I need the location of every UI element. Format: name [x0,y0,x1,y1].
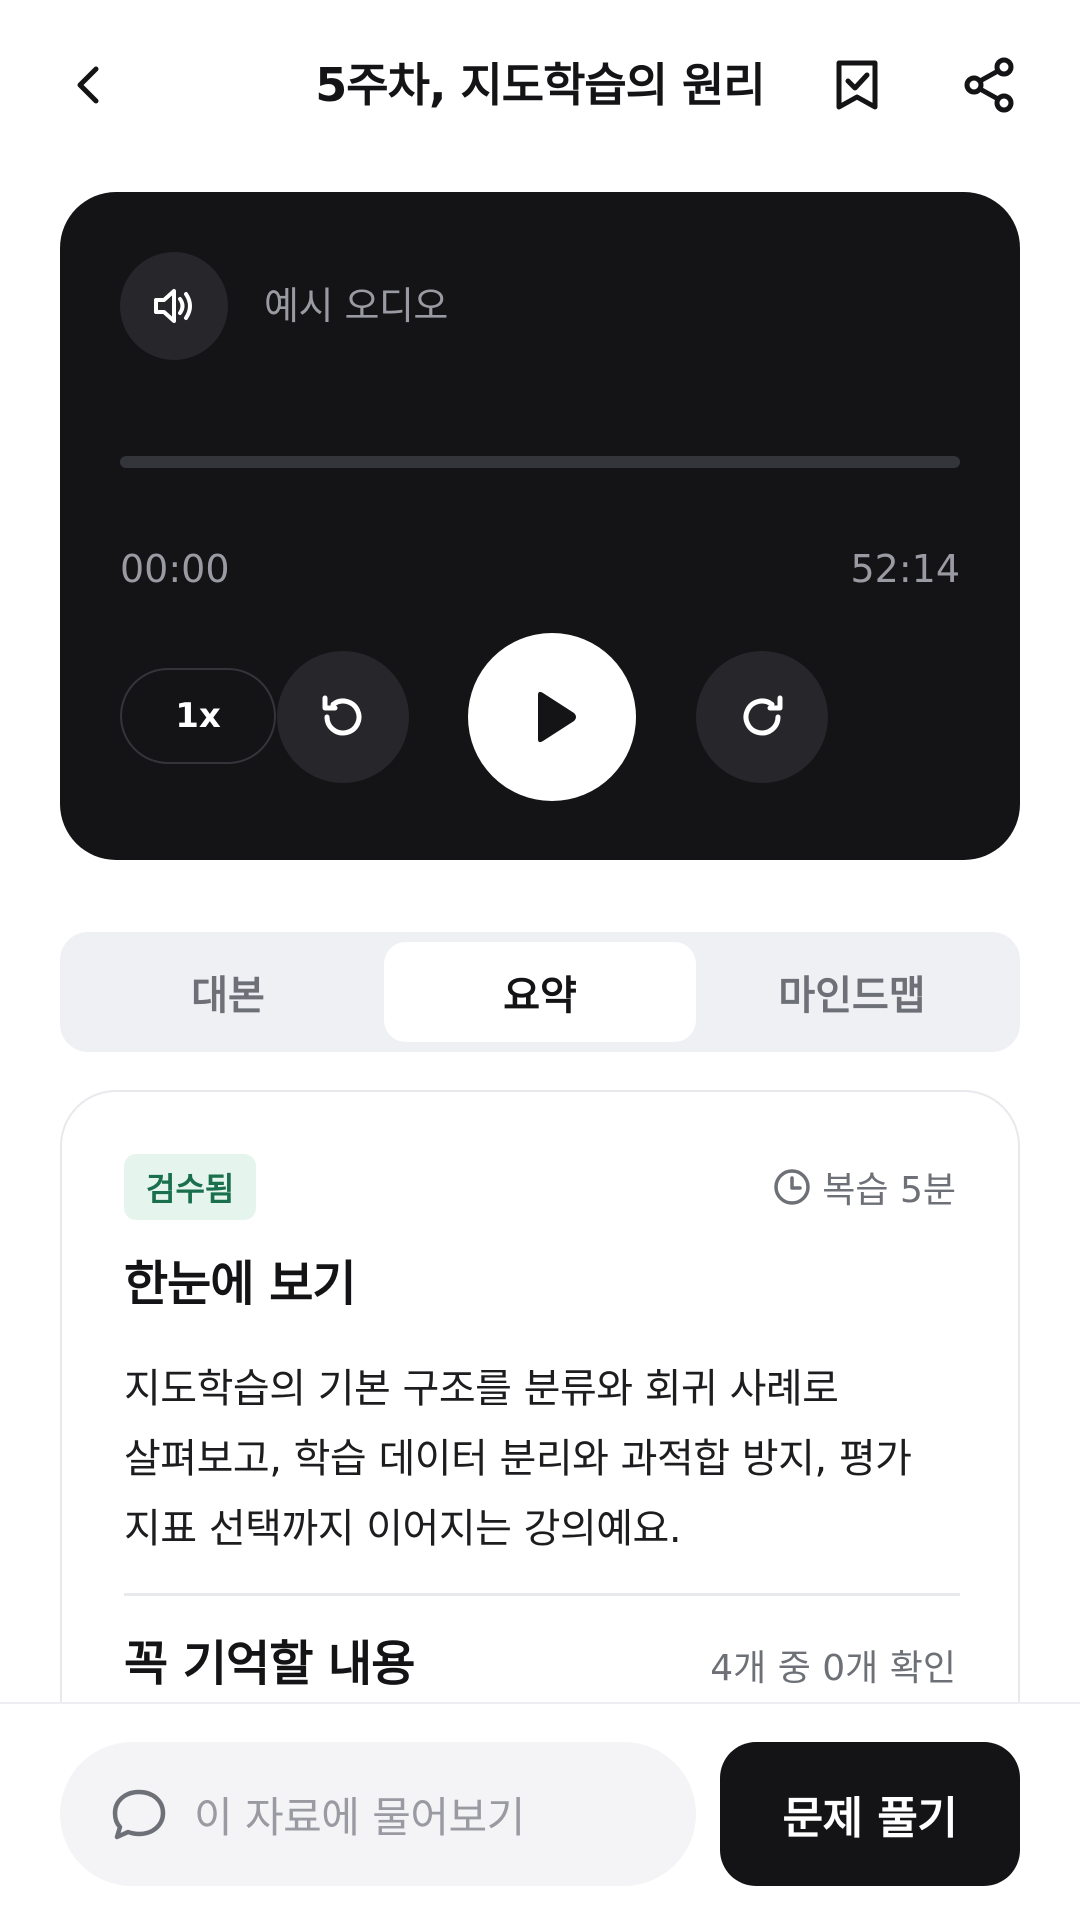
tab-script[interactable]: 대본 [72,942,384,1042]
review-time: 복습 5분 [772,1158,956,1216]
review-time-label: 복습 5분 [822,1170,956,1211]
speaker-icon [154,289,192,323]
audio-title: 예시 오디오 [264,284,448,328]
back-button[interactable] [45,40,135,130]
reviewed-badge: 검수됨 [124,1154,257,1220]
overview-line: 지도학습의 기본 구조를 분류와 회귀 사례로 [124,1366,839,1412]
play-icon [538,691,576,743]
share-icon [964,57,1014,113]
progress-bar[interactable] [120,456,960,468]
ask-input[interactable]: 이 자료에 물어보기 [60,1742,696,1886]
play-button[interactable] [468,633,636,801]
page-title: 5주차, 지도학습의 원리 [315,58,765,112]
clock-icon [774,1169,811,1205]
bookmark-button[interactable] [812,40,902,130]
share-button[interactable] [945,40,1035,130]
forward-button[interactable] [696,651,828,783]
chat-bubble-icon [108,1783,170,1845]
bookmark-check-icon [836,60,878,110]
lecture-page: 5주차, 지도학습의 원리 예시 오디오 00:00 52:14 1x 대본 요… [0,0,1080,1920]
header: 5주차, 지도학습의 원리 [0,0,1080,170]
audio-player: 예시 오디오 00:00 52:14 1x [60,192,1020,860]
key-points-heading: 꼭 기억할 내용 [124,1636,415,1692]
bottom-bar: 이 자료에 물어보기 문제 풀기 [0,1702,1080,1920]
content-tabs: 대본 요약 마인드맵 [60,932,1020,1052]
ask-placeholder: 이 자료에 물어보기 [194,1792,525,1842]
current-time: 00:00 [120,547,230,591]
tab-mindmap[interactable]: 마인드맵 [696,942,1008,1042]
tab-summary[interactable]: 요약 [384,942,696,1042]
check-count: 4개 중 0개 확인 [710,1648,956,1689]
total-time: 52:14 [850,547,960,591]
rewind-button[interactable] [277,651,409,783]
divider [124,1593,960,1596]
chevron-left-icon [77,66,99,104]
overview-text: 지도학습의 기본 구조를 분류와 회귀 사례로 살펴보고, 학습 데이터 분리와… [124,1354,960,1564]
overview-heading: 한눈에 보기 [124,1256,357,1312]
forward-icon [743,695,783,736]
solve-problems-button[interactable]: 문제 풀기 [720,1742,1020,1886]
playback-speed-button[interactable]: 1x [120,668,276,764]
volume-button[interactable] [120,252,228,360]
rewind-icon [322,695,362,736]
overview-line: 지표 선택까지 이어지는 강의예요. [124,1506,682,1552]
overview-line: 살펴보고, 학습 데이터 분리와 과적합 방지, 평가 [124,1436,912,1482]
